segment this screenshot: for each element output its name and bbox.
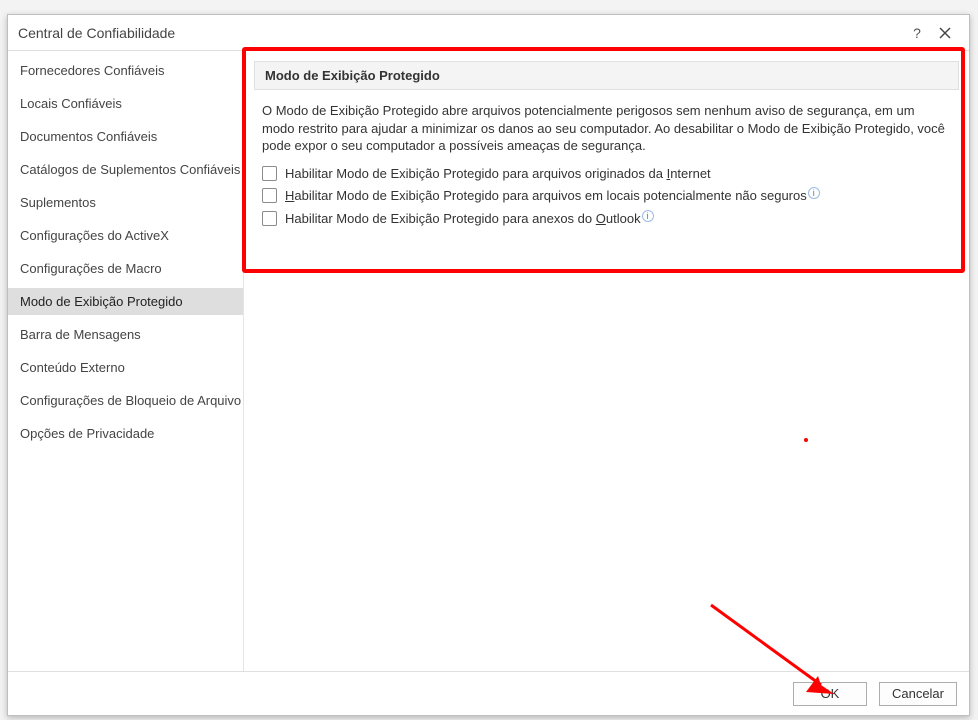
checkbox-2[interactable] — [262, 211, 277, 226]
ok-button[interactable]: OK — [793, 682, 867, 706]
cancel-button[interactable]: Cancelar — [879, 682, 957, 706]
dialog-footer: OK Cancelar — [8, 671, 969, 715]
sidebar-item-6[interactable]: Configurações de Macro — [8, 255, 243, 282]
checkbox-label-0: Habilitar Modo de Exibição Protegido par… — [285, 165, 711, 183]
sidebar-item-1[interactable]: Locais Confiáveis — [8, 90, 243, 117]
sidebar-item-7[interactable]: Modo de Exibição Protegido — [8, 288, 243, 315]
sidebar: Fornecedores Confiáveis Locais Confiáveis… — [8, 51, 244, 671]
section-description: O Modo de Exibição Protegido abre arquiv… — [262, 102, 949, 155]
checkbox-row-1: Habilitar Modo de Exibição Protegido par… — [262, 187, 949, 205]
checkbox-row-2: Habilitar Modo de Exibição Protegido par… — [262, 210, 949, 228]
sidebar-item-2[interactable]: Documentos Confiáveis — [8, 123, 243, 150]
checkbox-list: Habilitar Modo de Exibição Protegido par… — [262, 165, 949, 228]
help-icon[interactable]: ? — [903, 19, 931, 47]
dialog-title: Central de Confiabilidade — [18, 25, 903, 41]
section-header: Modo de Exibição Protegido — [254, 61, 959, 90]
sidebar-item-0[interactable]: Fornecedores Confiáveis — [8, 57, 243, 84]
checkbox-row-0: Habilitar Modo de Exibição Protegido par… — [262, 165, 949, 183]
checkbox-1[interactable] — [262, 188, 277, 203]
sidebar-item-11[interactable]: Opções de Privacidade — [8, 420, 243, 447]
sidebar-item-9[interactable]: Conteúdo Externo — [8, 354, 243, 381]
sidebar-item-5[interactable]: Configurações do ActiveX — [8, 222, 243, 249]
annotation-dot — [804, 438, 808, 442]
sidebar-item-3[interactable]: Catálogos de Suplementos Confiáveis — [8, 156, 243, 183]
checkbox-label-1: Habilitar Modo de Exibição Protegido par… — [285, 187, 820, 205]
section-body: O Modo de Exibição Protegido abre arquiv… — [254, 102, 959, 227]
dialog-body: Fornecedores Confiáveis Locais Confiáveis… — [8, 51, 969, 671]
close-icon[interactable] — [931, 19, 959, 47]
sidebar-item-8[interactable]: Barra de Mensagens — [8, 321, 243, 348]
content-panel: Modo de Exibição Protegido O Modo de Exi… — [244, 51, 969, 671]
titlebar: Central de Confiabilidade ? — [8, 15, 969, 51]
info-icon[interactable]: i — [642, 210, 654, 222]
trust-center-dialog: Central de Confiabilidade ? Fornecedores… — [7, 14, 970, 716]
info-icon[interactable]: i — [808, 187, 820, 199]
sidebar-item-10[interactable]: Configurações de Bloqueio de Arquivo — [8, 387, 243, 414]
sidebar-item-4[interactable]: Suplementos — [8, 189, 243, 216]
checkbox-0[interactable] — [262, 166, 277, 181]
checkbox-label-2: Habilitar Modo de Exibição Protegido par… — [285, 210, 654, 228]
